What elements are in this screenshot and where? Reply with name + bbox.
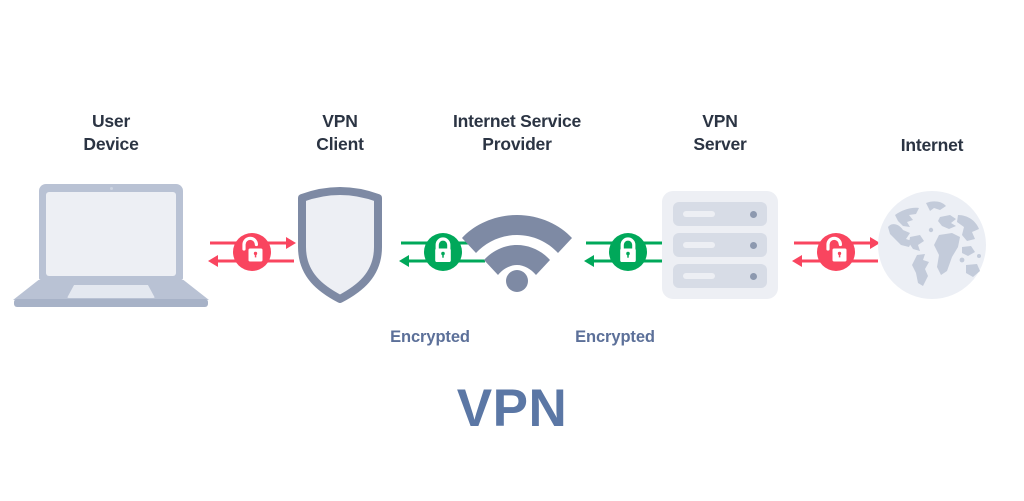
laptop-foot [14,299,208,307]
laptop-screen [46,192,176,276]
node-isp: Internet Service Provider [432,110,602,310]
encrypted-label-client-isp: Encrypted [390,328,470,346]
node-label-internet: Internet [900,135,964,155]
server-slot-led-icon [749,272,757,280]
laptop-icon [13,180,209,310]
globe-icon [847,180,1017,310]
server-slot-bar [683,242,715,248]
vpn-diagram: User Device VPN Client Internet Service … [0,0,1024,501]
server-slot-led-icon [749,210,757,218]
server-slot [673,233,767,257]
globe-shape [878,191,986,299]
server-slot-bar [683,211,715,217]
wifi-icon [432,180,602,310]
node-label-isp: Internet Service Provider [452,111,582,155]
server-slot [673,264,767,288]
node-internet: Internet [847,110,1017,310]
server-slot [673,202,767,226]
node-vpn-server: VPN Server [635,110,805,310]
shield-shape [298,187,382,303]
server-slot-bar [683,273,715,279]
encrypted-label-isp-server: Encrypted [575,328,655,346]
diagram-title: VPN [456,379,568,438]
laptop-camera-icon [109,187,113,190]
laptop-touchpad [67,285,155,298]
node-label-user-device: User Device [83,111,139,155]
node-user-device: User Device [13,110,209,310]
server-rack [662,191,778,299]
wifi-shape [462,215,572,292]
server-icon [635,180,805,310]
node-label-vpn-client: VPN Client [316,111,364,155]
server-slot-led-icon [749,241,757,249]
node-label-vpn-server: VPN Server [693,111,747,155]
